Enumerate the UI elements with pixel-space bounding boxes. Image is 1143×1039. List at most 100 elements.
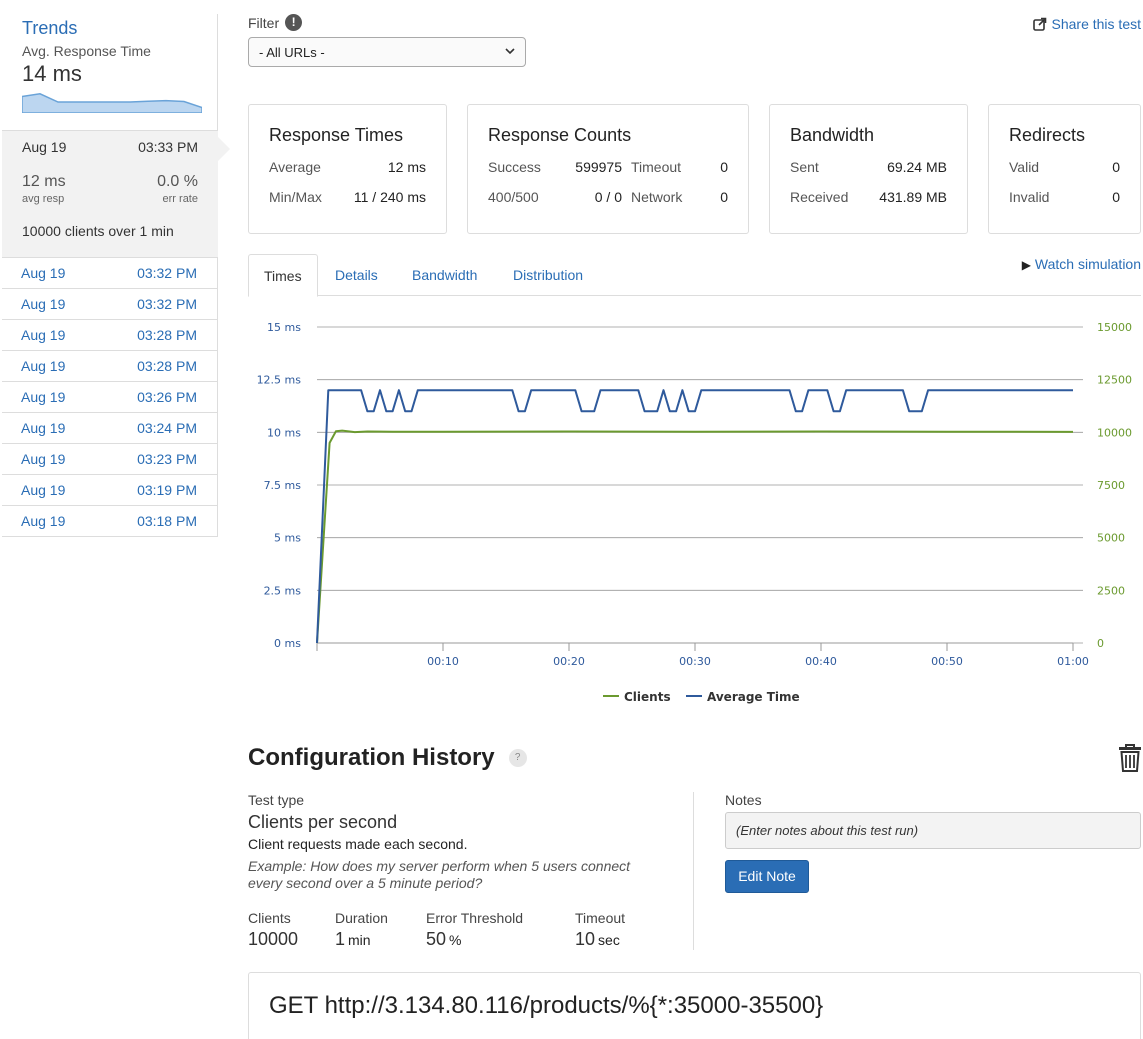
help-icon[interactable]: ? [508,749,527,767]
filter-section: Filter ! - All URLs - [248,14,526,67]
y-left-tick-label: 2.5 ms [264,584,302,597]
timeout-label: Timeout [575,910,626,926]
history-date: Aug 19 [21,451,66,467]
current-run-time: 03:33 PM [138,139,198,155]
trends-summary: Trends Avg. Response Time 14 ms [2,14,218,130]
sent-value: 69.24 MB [887,159,947,175]
y-axis-right: 0 2500 5000 7500 10000 12500 15000 [1097,321,1132,650]
y-right-tick-label: 7500 [1097,479,1125,492]
chart-series [316,389,1074,644]
err-rate-caption: err rate [162,193,198,205]
received-value: 431.89 MB [879,189,947,205]
watch-label: Watch simulation [1034,256,1141,272]
duration-value: 1 [335,929,346,949]
history-date: Aug 19 [21,420,66,436]
timeout-unit: sec [598,932,620,948]
selection-arrow [218,137,230,161]
series-line-average-time [316,389,1073,644]
history-item[interactable]: Aug 19 03:26 PM [2,382,217,413]
history-date: Aug 19 [21,513,66,529]
duration-unit: min [348,932,371,948]
history-item[interactable]: Aug 19 03:32 PM [2,289,217,320]
minmax-value: 11 / 240 ms [353,189,426,205]
valid-value: 0 [1112,159,1120,175]
error-threshold-value: 50 [426,929,447,949]
tab-details[interactable]: Details [320,254,393,296]
share-label: Share this test [1051,16,1142,32]
history-time: 03:28 PM [137,358,197,374]
notes-label: Notes [725,792,762,808]
history-item[interactable]: Aug 19 03:28 PM [2,351,217,382]
error-codes-value: 0 / 0 [594,189,622,205]
success-value: 599975 [575,159,622,175]
y-left-tick-label: 5 ms [274,532,301,545]
history-time: 03:26 PM [137,389,197,405]
chart-tabs: Times Details Bandwidth Distribution [248,254,1141,297]
watch-simulation-link[interactable]: ▶ Watch simulation [1022,256,1141,272]
legend-item-clients[interactable]: Clients [603,690,671,704]
history-date: Aug 19 [21,358,66,374]
share-icon [1032,17,1046,31]
bandwidth-card: Bandwidth Sent 69.24 MB Received 431.89 MB [769,104,968,234]
chevron-down-icon [505,47,515,58]
history-date: Aug 19 [21,389,66,405]
history-item[interactable]: Aug 19 03:18 PM [2,506,217,537]
share-test-link[interactable]: Share this test [1032,16,1142,32]
current-avg-resp: 12 ms [22,173,66,190]
history-item[interactable]: Aug 19 03:28 PM [2,320,217,351]
x-axis: 00:10 00:20 00:30 00:40 00:50 01:00 [316,642,1089,668]
trends-link[interactable]: Trends [22,18,199,39]
tab-times[interactable]: Times [248,254,318,297]
notes-section: Notes (Enter notes about this test run) … [725,792,1141,893]
history-date: Aug 19 [21,296,66,312]
history-item[interactable]: Aug 19 03:23 PM [2,444,217,475]
url-filter-value: - All URLs - [259,44,325,60]
trash-icon[interactable] [1119,744,1141,775]
y-right-tick-label: 2500 [1097,584,1125,597]
error-threshold-unit: % [449,932,462,948]
x-tick-label: 01:00 [1057,655,1089,668]
timeout-label: Timeout [631,159,682,175]
edit-note-button[interactable]: Edit Note [725,860,809,893]
history-time: 03:18 PM [137,513,197,529]
history-item[interactable]: Aug 19 03:19 PM [2,475,217,506]
x-tick-label: 00:30 [679,655,711,668]
history-time: 03:32 PM [137,265,197,281]
clients-value: 10000 [248,929,299,949]
request-url: GET http://3.134.80.116/products/%{*:350… [248,972,1141,1039]
chart-grid [317,326,1083,644]
chart-legend[interactable]: Clients Average Time [603,690,800,704]
configuration-history: Configuration History ? Test type Client… [248,744,1143,950]
tab-bandwidth[interactable]: Bandwidth [397,254,492,296]
network-label: Network [631,189,683,205]
card-title: Response Times [269,125,404,145]
test-type-label: Test type [248,792,305,808]
current-run-clients: 10000 clients over 1 min [22,223,198,239]
legend-label: Average Time [707,690,800,704]
test-type-description: Client requests made each second. [248,836,468,852]
x-tick-label: 00:50 [931,655,963,668]
current-test-run[interactable]: Aug 19 03:33 PM 12 ms 0.0 % avg resp err… [2,130,230,258]
response-times-card: Response Times Average 12 ms Min/Max 11 / … [248,104,447,234]
invalid-value: 0 [1112,189,1120,205]
notes-input[interactable]: (Enter notes about this test run) [725,812,1141,849]
tab-distribution[interactable]: Distribution [498,254,598,296]
avg-response-label: Avg. Response Time [22,43,151,59]
history-item[interactable]: Aug 19 03:32 PM [2,258,217,289]
x-tick-label: 00:40 [805,655,837,668]
x-tick-label: 00:10 [427,655,459,668]
url-filter-select[interactable]: - All URLs - [248,37,526,67]
series-line-clients [316,429,1074,644]
y-left-tick-label: 12.5 ms [257,374,302,387]
success-label: Success [488,159,541,175]
timeout-value: 0 [720,159,728,175]
legend-item-average-time[interactable]: Average Time [686,690,800,704]
card-title: Bandwidth [790,125,875,145]
avg-resp-caption: avg resp [22,193,65,205]
history-item[interactable]: Aug 19 03:24 PM [2,413,217,444]
filter-label: Filter [248,14,280,31]
avg-response-value: 14 ms [22,61,82,86]
error-threshold-label: Error Threshold [426,910,524,926]
timeout-value: 10 [575,929,596,949]
info-icon[interactable]: ! [285,14,303,31]
